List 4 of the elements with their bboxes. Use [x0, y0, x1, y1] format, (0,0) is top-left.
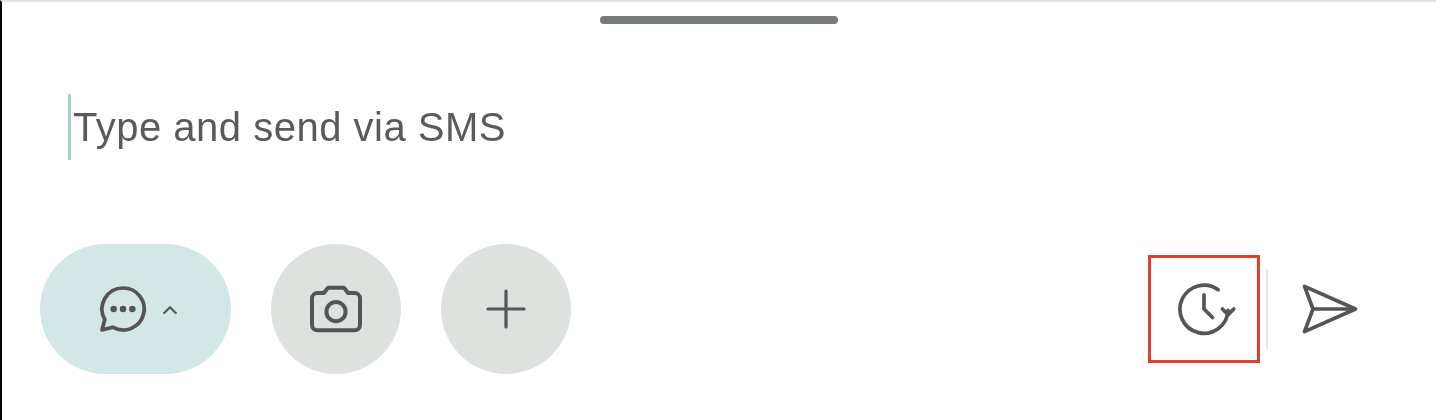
message-input-field[interactable]: Type and send via SMS [73, 97, 973, 157]
schedule-button[interactable] [1148, 255, 1260, 363]
drag-handle[interactable] [600, 16, 838, 24]
caret-icon [162, 304, 177, 314]
